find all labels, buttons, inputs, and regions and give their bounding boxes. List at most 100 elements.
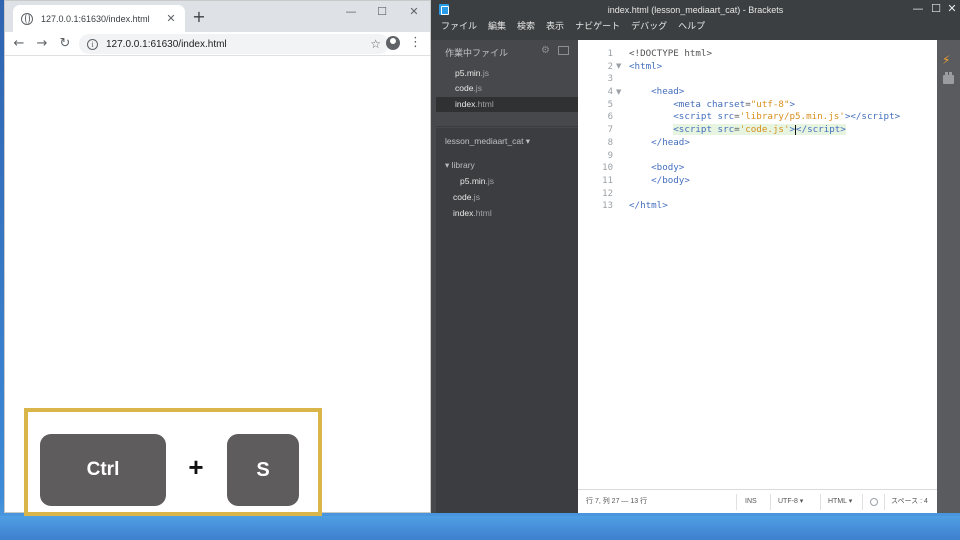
tab-strip: 127.0.0.1:61630/index.html ✕ + — ☐ ✕: [5, 1, 430, 32]
line-number: 6: [607, 112, 613, 123]
code-content[interactable]: <!DOCTYPE html> <html> <head> <meta char…: [629, 48, 934, 213]
browser-toolbar: ← → ↻ i 127.0.0.1:61630/index.html ☆ ⋮: [5, 32, 430, 56]
brackets-close-button[interactable]: ✕: [944, 1, 960, 17]
tree-file-index[interactable]: index.html: [453, 207, 492, 219]
insert-mode[interactable]: INS: [745, 490, 757, 514]
menu-bar: ファイル 編集 検索 表示 ナビゲート デバッグ ヘルプ: [431, 20, 960, 40]
code-line: </html>: [629, 200, 668, 212]
line-number: 11: [602, 175, 613, 186]
divider: [820, 494, 821, 510]
linter-status-icon[interactable]: [870, 498, 878, 506]
project-panel: [436, 128, 578, 513]
indent-setting[interactable]: スペース : 4: [891, 490, 928, 514]
menu-navigate[interactable]: ナビゲート: [575, 20, 620, 40]
line-number: 9: [607, 150, 613, 161]
code-editor[interactable]: 1 2 3 4 5 6 7 8 9 10 11 12 13 ▼ ▼ <!DOCT…: [578, 40, 937, 513]
live-preview-icon[interactable]: ⚡: [942, 53, 950, 67]
close-tab-icon[interactable]: ✕: [165, 12, 177, 25]
line-number: 13: [602, 201, 613, 212]
file-name: code: [455, 83, 474, 93]
encoding-select[interactable]: UTF-8 ▾: [778, 490, 803, 514]
menu-edit[interactable]: 編集: [488, 20, 506, 40]
menu-debug[interactable]: デバッグ: [631, 20, 667, 40]
minimize-button[interactable]: —: [339, 3, 363, 21]
folder-library[interactable]: ▾ library: [445, 159, 475, 171]
line-number: 7: [607, 125, 613, 136]
file-name: index: [455, 99, 476, 109]
url-text[interactable]: 127.0.0.1:61630/index.html: [106, 39, 370, 50]
file-ext: .js: [485, 176, 495, 186]
file-ext: .js: [480, 68, 490, 78]
tree-file-p5[interactable]: p5.min.js: [460, 175, 494, 187]
tree-file-code[interactable]: code.js: [453, 191, 480, 203]
bookmark-star-icon[interactable]: ☆: [370, 37, 381, 51]
brackets-window: index.html (lesson_mediaart_cat) - Brack…: [431, 0, 960, 513]
brackets-title-bar: index.html (lesson_mediaart_cat) - Brack…: [431, 0, 960, 20]
s-key: S: [227, 434, 299, 506]
tab-title: 127.0.0.1:61630/index.html: [41, 13, 150, 24]
language-select[interactable]: HTML ▾: [828, 490, 852, 514]
code-line-current: <script src='code.js'></script>: [673, 124, 846, 136]
divider: [884, 494, 885, 510]
code-line: <html>: [629, 60, 663, 72]
divider: [862, 494, 863, 510]
info-icon[interactable]: i: [87, 38, 98, 50]
code-line: <body>: [651, 162, 685, 174]
menu-find[interactable]: 検索: [517, 20, 535, 40]
working-file-p5[interactable]: p5.min.js: [436, 66, 578, 81]
plus-sign: +: [188, 452, 204, 482]
maximize-button[interactable]: ☐: [370, 3, 394, 21]
line-number: 2: [607, 61, 613, 72]
working-file-code[interactable]: code.js: [436, 81, 578, 96]
address-bar[interactable]: i 127.0.0.1:61630/index.html ☆: [79, 34, 389, 54]
gear-icon[interactable]: ⚙: [541, 45, 550, 56]
back-icon[interactable]: ←: [10, 35, 28, 53]
project-title[interactable]: lesson_mediaart_cat ▾: [445, 136, 530, 147]
file-name: p5.min: [455, 68, 481, 78]
browser-tab[interactable]: 127.0.0.1:61630/index.html ✕: [13, 5, 185, 32]
file-ext: .js: [471, 192, 480, 202]
close-window-button[interactable]: ✕: [402, 3, 426, 21]
code-line: <script src='library/p5.min.js'></script…: [673, 111, 901, 123]
brackets-maximize-button[interactable]: ☐: [928, 1, 944, 17]
divider: [736, 494, 737, 510]
sidebar: 作業中ファイル ⚙ p5.min.js code.js index.html l…: [436, 40, 578, 513]
menu-view[interactable]: 表示: [546, 20, 564, 40]
menu-help[interactable]: ヘルプ: [678, 20, 705, 40]
code-line: </head>: [651, 136, 690, 148]
divider: [770, 494, 771, 510]
new-tab-button[interactable]: +: [191, 8, 207, 26]
code-line: <meta charset="utf-8">: [673, 98, 796, 110]
file-name: index: [453, 208, 474, 218]
working-file-index[interactable]: index.html: [436, 97, 578, 112]
code-line: </body>: [651, 174, 690, 186]
code-line: <head>: [651, 86, 685, 98]
forward-icon[interactable]: →: [33, 35, 51, 53]
fold-arrow-icon[interactable]: ▼: [616, 62, 621, 70]
brackets-minimize-button[interactable]: —: [910, 1, 926, 17]
cursor-position[interactable]: 行 7, 列 27 — 13 行: [586, 490, 647, 514]
line-number: 8: [607, 137, 613, 148]
working-files-header: 作業中ファイル: [445, 49, 509, 59]
line-gutter: 1 2 3 4 5 6 7 8 9 10 11 12 13: [578, 48, 614, 213]
line-number: 12: [602, 188, 613, 199]
extension-manager-icon[interactable]: [943, 72, 954, 84]
profile-icon[interactable]: [386, 36, 400, 50]
menu-icon[interactable]: ⋮: [409, 35, 422, 50]
status-bar: 行 7, 列 27 — 13 行 INS UTF-8 ▾ HTML ▾ スペース…: [578, 489, 937, 513]
line-number: 5: [607, 99, 613, 110]
taskbar: [0, 516, 960, 540]
line-number: 1: [607, 49, 613, 59]
code-line: <!DOCTYPE html>: [629, 48, 712, 59]
window-title: index.html (lesson_mediaart_cat) - Brack…: [607, 5, 784, 15]
file-name: code: [453, 192, 472, 202]
reload-icon[interactable]: ↻: [56, 35, 74, 53]
file-ext: .js: [473, 83, 482, 93]
fold-arrow-icon[interactable]: ▼: [616, 88, 621, 96]
keyboard-shortcut-overlay: Ctrl + S: [24, 408, 322, 516]
menu-file[interactable]: ファイル: [441, 20, 477, 40]
file-ext: .html: [473, 208, 492, 218]
split-view-icon[interactable]: [558, 46, 569, 55]
file-name: p5.min: [460, 176, 486, 186]
